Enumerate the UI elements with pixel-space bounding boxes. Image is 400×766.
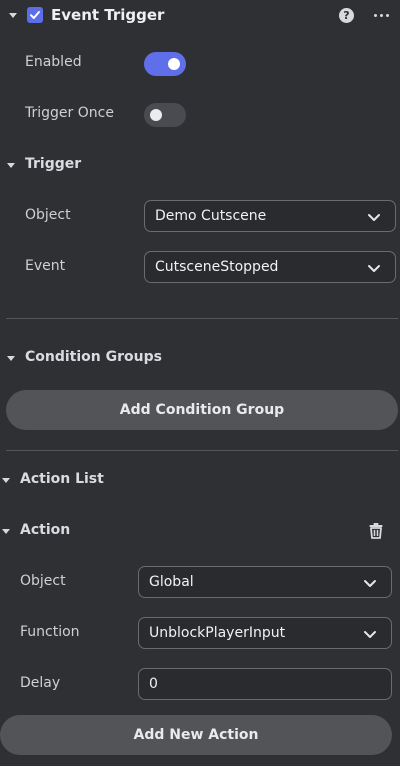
enabled-toggle[interactable] — [144, 52, 186, 76]
chevron-down-icon — [364, 580, 376, 587]
section-divider — [6, 318, 398, 319]
add-condition-group-button[interactable]: Add Condition Group — [6, 390, 398, 430]
action-object-select[interactable]: Global — [138, 566, 392, 598]
enabled-checkbox[interactable] — [27, 7, 43, 23]
action-caret-icon[interactable] — [2, 529, 10, 534]
trash-icon[interactable] — [368, 522, 384, 539]
trigger-object-select[interactable]: Demo Cutscene — [144, 200, 396, 232]
action-delay-input[interactable]: 0 — [138, 668, 392, 700]
trigger-event-label: Event — [25, 258, 66, 274]
trigger-section-label[interactable]: Trigger — [25, 156, 81, 172]
component-title: Event Trigger — [51, 6, 165, 24]
action-delay-value: 0 — [149, 676, 158, 692]
action-function-value: UnblockPlayerInput — [149, 625, 286, 641]
add-new-action-button[interactable]: Add New Action — [0, 715, 392, 755]
collapse-caret-icon[interactable] — [9, 13, 17, 18]
action-function-label: Function — [20, 624, 80, 640]
checkmark-icon — [30, 11, 40, 19]
chevron-down-icon — [368, 265, 380, 272]
enabled-label: Enabled — [25, 54, 82, 70]
chevron-down-icon — [364, 631, 376, 638]
trigger-object-value: Demo Cutscene — [155, 208, 267, 224]
action-list-label[interactable]: Action List — [20, 471, 104, 487]
toggle-knob — [150, 109, 162, 121]
trigger-once-label: Trigger Once — [25, 105, 114, 121]
trigger-event-select[interactable]: CutsceneStopped — [144, 251, 396, 283]
trigger-caret-icon[interactable] — [7, 163, 15, 168]
action-label[interactable]: Action — [20, 522, 70, 538]
action-object-value: Global — [149, 574, 194, 590]
action-list-caret-icon[interactable] — [2, 478, 10, 483]
chevron-down-icon — [368, 214, 380, 221]
trigger-object-label: Object — [25, 207, 71, 223]
help-icon[interactable]: ? — [339, 8, 354, 23]
toggle-knob — [168, 58, 180, 70]
trigger-event-value: CutsceneStopped — [155, 259, 279, 275]
condition-groups-label[interactable]: Condition Groups — [25, 349, 162, 365]
action-delay-label: Delay — [20, 675, 61, 691]
action-object-label: Object — [20, 573, 66, 589]
trigger-once-toggle[interactable] — [144, 103, 186, 127]
section-divider — [6, 450, 398, 451]
action-function-select[interactable]: UnblockPlayerInput — [138, 617, 392, 649]
component-header: Event Trigger ? — [0, 0, 400, 32]
condition-groups-caret-icon[interactable] — [7, 356, 15, 361]
more-icon[interactable] — [374, 14, 389, 17]
